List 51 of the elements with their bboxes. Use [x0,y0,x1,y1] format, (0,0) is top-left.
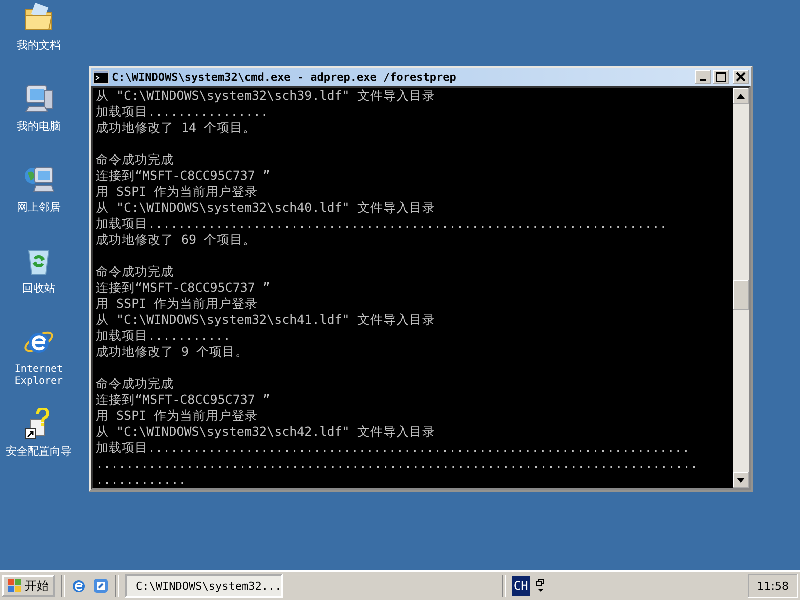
window-title: C:\WINDOWS\system32\cmd.exe - adprep.exe /forestprep [112,70,456,84]
tray-menu-icon[interactable] [536,578,546,594]
console-line: 用 SSPI 作为当前用户登录 [96,296,258,312]
console-icon [93,70,109,84]
console-line: 连接到“MSFT-C8CC95C737 ” [96,280,270,296]
desktop-icon-label[interactable]: 我的文档 [17,40,61,52]
console-line: 从 "C:\WINDOWS\system32\sch42.ldf" 文件导入目录 [96,424,436,440]
maximize-button[interactable] [713,70,729,84]
console-line: 连接到“MSFT-C8CC95C737 ” [96,392,270,408]
computer-icon[interactable] [23,83,55,115]
console-line: ............ [96,472,186,488]
console-line: 连接到“MSFT-C8CC95C737 ” [96,168,270,184]
start-button[interactable]: 开始 [2,575,55,597]
windows-logo-icon [8,579,22,593]
console-line: 从 "C:\WINDOWS\system32\sch40.ldf" 文件导入目录 [96,200,436,216]
minimize-button[interactable] [695,70,711,84]
desktop-icon-label[interactable]: 我的电脑 [17,121,61,133]
taskbar-window-button[interactable]: C:\WINDOWS\system32... [125,574,283,598]
desktop-icon-label[interactable]: 网上邻居 [17,202,61,214]
maximize-icon [716,72,726,82]
show-desktop-icon[interactable] [93,578,109,594]
console-line: 用 SSPI 作为当前用户登录 [96,408,258,424]
console-line: 命令成功完成 [96,376,174,392]
console-line: 成功地修改了 14 个项目。 [96,120,256,136]
console-line: ................................................................................ [96,456,698,472]
console-line: 加载项目........................................................................ [96,440,690,456]
console-line: 加载项目................ [96,104,268,120]
desktop-icon-label[interactable]: Internet Explorer [9,364,69,388]
console-line: 从 "C:\WINDOWS\system32\sch41.ldf" 文件导入目录 [96,312,436,328]
browser-e-icon[interactable] [71,578,87,594]
console-line: 成功地修改了 9 个项目。 [96,344,249,360]
desktop-icon-label[interactable]: 安全配置向导 [6,446,72,458]
clock: 11:58 [757,580,789,592]
close-button[interactable] [733,70,749,84]
console-line: 加载项目........... [96,328,231,344]
vertical-scrollbar[interactable] [733,88,749,488]
console-line: 从 "C:\WINDOWS\system32\sch39.ldf" 文件导入目录 [96,88,436,104]
desktop-icon-label[interactable]: 回收站 [22,283,56,295]
minimize-icon [700,79,706,81]
scroll-up-button[interactable] [733,88,749,104]
down-arrow-icon [737,478,745,482]
console-line: 命令成功完成 [96,264,174,280]
console-line: 用 SSPI 作为当前用户登录 [96,184,258,200]
console-line: 成功地修改了 69 个项目。 [96,232,256,248]
console-line: 加载项目..................................................................... [96,216,668,232]
up-arrow-icon [737,94,745,98]
close-icon [736,72,746,82]
console-line: 命令成功完成 [96,152,174,168]
scroll-down-button[interactable] [733,472,749,488]
language-indicator[interactable]: CH [512,576,530,596]
scroll-thumb[interactable] [733,280,749,310]
